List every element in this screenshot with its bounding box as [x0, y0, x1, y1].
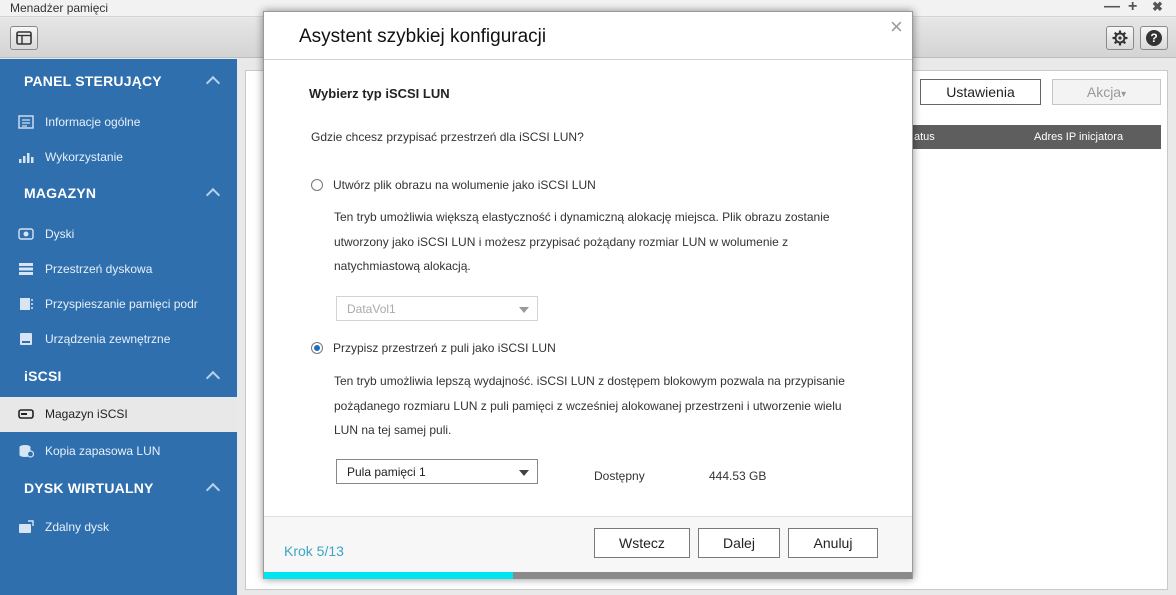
- sidebar-item-label: Magazyn iSCSI: [45, 407, 128, 421]
- wizard-progress-bar: [264, 572, 912, 579]
- action-button-label: Akcja: [1086, 84, 1122, 100]
- sidebar-item-przyspieszanie-pamieci[interactable]: Przyspieszanie pamięci podr: [0, 287, 237, 322]
- sidebar-item-label: Zdalny dysk: [45, 520, 110, 534]
- sidebar-item-wykorzystanie[interactable]: Wykorzystanie: [0, 140, 237, 175]
- minimize-icon[interactable]: —: [1104, 0, 1120, 15]
- sidebar-item-przestrzen-dyskowa[interactable]: Przestrzeń dyskowa: [0, 252, 237, 287]
- section-label: PANEL STERUJĄCY: [24, 73, 162, 89]
- window-layout-button[interactable]: [10, 26, 38, 50]
- sidebar-item-label: Przyspieszanie pamięci podr: [45, 297, 198, 311]
- sidebar-item-label: Dyski: [45, 227, 75, 241]
- dialog-subtitle: Wybierz typ iSCSI LUN: [309, 86, 450, 101]
- dialog-footer: Krok 5/13 Wstecz Dalej Anuluj: [264, 516, 912, 572]
- sidebar-item-label: Wykorzystanie: [45, 150, 123, 164]
- section-label: iSCSI: [24, 368, 62, 384]
- sidebar-item-zdalny-dysk[interactable]: Zdalny dysk: [0, 510, 237, 545]
- section-panel-sterujacy[interactable]: PANEL STERUJĄCY: [0, 65, 237, 99]
- option-image-file-label[interactable]: Utwórz plik obrazu na wolumenie jako iSC…: [333, 178, 596, 192]
- description-line: Ten tryb umożliwia lepszą wydajność. iSC…: [334, 374, 845, 388]
- dialog-title: Asystent szybkiej konfiguracji: [299, 26, 547, 47]
- section-iscsi[interactable]: iSCSI: [0, 360, 237, 394]
- radio-pool-space[interactable]: [311, 342, 323, 354]
- description-line: natychmiastową alokacją.: [334, 259, 471, 273]
- radio-image-file[interactable]: [311, 179, 323, 191]
- dialog-header: Asystent szybkiej konfiguracji ×: [264, 12, 912, 60]
- settings-button[interactable]: [1106, 26, 1134, 50]
- chevron-up-icon: [205, 482, 221, 498]
- help-icon: ?: [1146, 30, 1162, 46]
- description-line: Ten tryb umożliwia większą elastyczność …: [334, 210, 830, 224]
- lun-backup-icon: [19, 445, 34, 458]
- info-icon: [18, 115, 34, 129]
- wizard-progress-fill: [264, 572, 514, 579]
- action-dropdown-button[interactable]: Akcja▾: [1052, 79, 1161, 105]
- window-layout-icon: [16, 31, 32, 45]
- chevron-up-icon: [205, 75, 221, 91]
- chevron-up-icon: [205, 187, 221, 203]
- option-pool-space-description: Ten tryb umożliwia lepszą wydajność. iSC…: [334, 369, 845, 443]
- option-pool-space-label[interactable]: Przypisz przestrzeń z puli jako iSCSI LU…: [333, 341, 556, 355]
- chevron-up-icon: [205, 370, 221, 386]
- description-line: pożądanego rozmiaru LUN z puli pamięci z…: [334, 398, 842, 413]
- disk-icon: [18, 228, 34, 240]
- sidebar: PANEL STERUJĄCY Informacje ogólne Wykorz…: [0, 59, 237, 595]
- close-icon[interactable]: ✖: [1152, 0, 1163, 14]
- section-label: MAGAZYN: [24, 185, 97, 201]
- back-button[interactable]: Wstecz: [594, 528, 690, 558]
- cancel-button[interactable]: Anuluj: [788, 528, 878, 558]
- help-button[interactable]: ?: [1140, 26, 1168, 50]
- column-header-initiator-ip[interactable]: Adres IP inicjatora: [1034, 131, 1123, 143]
- caret-down-icon: ▾: [1121, 89, 1127, 100]
- iscsi-storage-icon: [18, 409, 34, 419]
- app-title: Menadżer pamięci: [10, 1, 109, 15]
- sidebar-item-label: Przestrzeń dyskowa: [45, 262, 153, 276]
- storage-pool-select[interactable]: Pula pamięci 1: [336, 459, 538, 484]
- dialog-question: Gdzie chcesz przypisać przestrzeń dla iS…: [311, 130, 584, 144]
- column-header-status[interactable]: atus: [914, 131, 935, 143]
- description-line: LUN na tej samej puli.: [334, 423, 452, 437]
- storage-pool-select-value: Pula pamięci 1: [347, 465, 426, 479]
- bar-chart-icon: [19, 153, 34, 163]
- external-device-icon: [20, 333, 32, 345]
- volume-select-value: DataVol1: [347, 302, 396, 316]
- sidebar-item-kopia-zapasowa-lun[interactable]: Kopia zapasowa LUN: [0, 434, 237, 469]
- settings-main-button[interactable]: Ustawienia: [920, 79, 1041, 105]
- chevron-down-icon: [519, 470, 529, 476]
- next-button[interactable]: Dalej: [698, 528, 780, 558]
- sidebar-item-label: Kopia zapasowa LUN: [45, 444, 161, 458]
- remote-disk-icon: [19, 520, 34, 533]
- available-value: 444.53 GB: [709, 469, 767, 483]
- sidebar-item-label: Informacje ogólne: [45, 115, 141, 129]
- table-header: atus Adres IP inicjatora: [913, 125, 1161, 149]
- chevron-down-icon: [519, 307, 529, 313]
- volume-select: DataVol1: [336, 296, 538, 321]
- sidebar-item-dyski[interactable]: Dyski: [0, 217, 237, 252]
- sidebar-item-urzadzenia-zewnetrzne[interactable]: Urządzenia zewnętrzne: [0, 322, 237, 357]
- option-image-file-description: Ten tryb umożliwia większą elastyczność …: [334, 205, 830, 279]
- section-label: DYSK WIRTUALNY: [24, 480, 154, 496]
- cache-icon: [20, 298, 33, 310]
- section-dysk-wirtualny[interactable]: DYSK WIRTUALNY: [0, 472, 237, 506]
- sidebar-item-informacje-ogolne[interactable]: Informacje ogólne: [0, 105, 237, 140]
- step-indicator: Krok 5/13: [284, 543, 344, 559]
- storage-space-icon: [19, 263, 33, 275]
- sidebar-item-label: Urządzenia zewnętrzne: [45, 332, 171, 346]
- available-label: Dostępny: [594, 469, 645, 483]
- close-icon[interactable]: ×: [890, 16, 903, 38]
- description-line: utworzony jako iSCSI LUN i możesz przypi…: [334, 234, 789, 249]
- section-magazyn[interactable]: MAGAZYN: [0, 177, 237, 211]
- sidebar-item-magazyn-iscsi[interactable]: Magazyn iSCSI: [0, 397, 237, 432]
- quick-config-dialog: Asystent szybkiej konfiguracji × Wybierz…: [263, 11, 913, 579]
- gear-icon: [1112, 30, 1128, 46]
- maximize-icon[interactable]: +: [1128, 0, 1137, 15]
